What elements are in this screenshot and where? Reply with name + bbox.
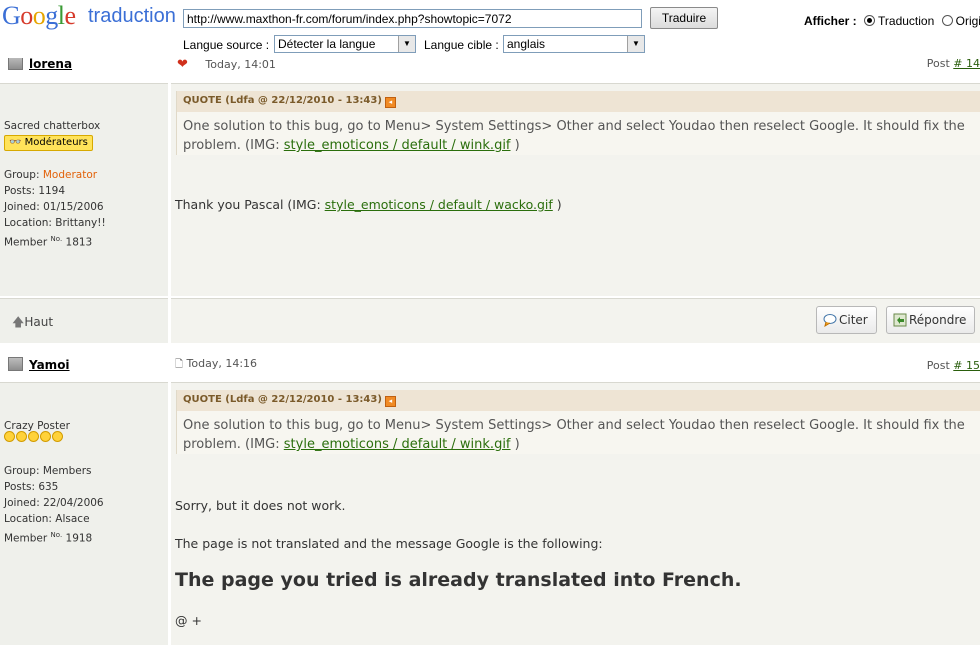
post1-author[interactable]: lorena (29, 57, 72, 71)
translate-button[interactable]: Traduire (650, 7, 718, 29)
post1-header-right: ❤ Today, 14:01 Post # 14 (171, 55, 980, 84)
arrow-up-icon: 🡅 (12, 315, 25, 329)
post2-line1: Sorry, but it does not work. (175, 498, 346, 513)
post2-header-right: 🗋 Today, 14:16 Post # 15 (171, 346, 980, 383)
quote-button-label: Citer (839, 313, 868, 327)
user-icon (8, 357, 23, 371)
radio-translation[interactable] (864, 15, 876, 26)
quote-text: One solution to this bug, go to Menu> Sy… (177, 411, 980, 459)
dropdown-arrow-icon: ▼ (627, 36, 644, 52)
post2-profile-info: Crazy Poster Group: Members Posts: 635 J… (4, 418, 104, 547)
quote-bubble-icon (823, 310, 837, 328)
reply-icon (893, 310, 907, 327)
back-to-top[interactable]: 🡅Haut (12, 313, 53, 334)
joined-date: Joined: 01/15/2006 (4, 201, 104, 213)
member-num: 1918 (65, 532, 93, 545)
post-page-icon: 🗋 (175, 359, 184, 370)
reply-button[interactable]: Répondre (886, 306, 976, 334)
quote-link-icon[interactable]: ◂ (384, 396, 396, 407)
member-number: Member No. 1813 (4, 231, 106, 251)
quote-close: ) (514, 437, 520, 452)
rank-stars (4, 431, 104, 447)
post1-header-left: lorena (0, 55, 168, 84)
reply-button-label: Répondre (909, 313, 967, 327)
quote-text: One solution to this bug, go to Menu> Sy… (177, 112, 980, 160)
url-input[interactable] (183, 9, 642, 28)
quote-close: ) (514, 138, 520, 153)
post2-number-link[interactable]: # 15 (953, 359, 980, 372)
quote-header: QUOTE (Ldfa @ 22/12/2010 - 13:43) ◂ (177, 390, 980, 411)
location: Location: Brittany!! (4, 217, 106, 229)
radio-original-label[interactable]: Origi (956, 14, 980, 28)
post2-body: QUOTE (Ldfa @ 22/12/2010 - 13:43) ◂ One s… (171, 383, 980, 645)
member-label: Member (4, 236, 48, 249)
posts-count: Posts: 635 (4, 481, 59, 493)
message-text: Thank you Pascal (IMG: (175, 197, 321, 212)
actions-left: 🡅Haut (0, 298, 168, 343)
post2-line2: The page is not translated and the messa… (175, 536, 603, 551)
post1-message: Thank you Pascal (IMG: style_emoticons /… (175, 197, 562, 212)
source-language-value: Détecter la langue (278, 37, 376, 51)
quote-button[interactable]: Citer (816, 306, 877, 334)
quote-header: QUOTE (Ldfa @ 22/12/2010 - 13:43) ◂ (177, 91, 980, 112)
quote-emoticon-link[interactable]: style_emoticons / default / wink.gif (284, 138, 511, 153)
target-language-select[interactable]: anglais ▼ (503, 35, 645, 53)
group-label: Group: (4, 169, 40, 181)
joined-date: Joined: 22/04/2006 (4, 497, 104, 509)
message-emoticon-link[interactable]: style_emoticons / default / wacko.gif (325, 197, 553, 212)
post-label: Post (926, 359, 950, 372)
user-icon (8, 56, 23, 70)
dropdown-arrow-icon: ▼ (398, 36, 415, 52)
location: Location: Alsace (4, 513, 90, 525)
binoculars-icon: 👓 (9, 137, 22, 148)
message-close: ) (556, 197, 562, 212)
post2-footer: @ + (175, 613, 202, 628)
post2-date: Today, 14:16 (186, 357, 258, 370)
member-no-label: No. (50, 531, 63, 539)
member-no-label: No. (50, 235, 63, 243)
actions-right: Citer Répondre (171, 298, 980, 343)
target-language-value: anglais (507, 37, 546, 51)
member-title: Sacred chatterbox (4, 120, 101, 132)
group-value: Moderator (42, 169, 98, 181)
member-label: Member (4, 532, 48, 545)
post2-profile: Crazy Poster Group: Members Posts: 635 J… (0, 383, 168, 645)
target-language-label: Langue cible : (424, 38, 499, 52)
heart-icon: ❤ (177, 57, 188, 72)
group-value: Group: Members (4, 465, 92, 477)
source-language-select[interactable]: Détecter la langue ▼ (274, 35, 416, 53)
logo-traduction: traduction (88, 5, 176, 27)
post1-number-link[interactable]: # 14 (953, 57, 980, 70)
post-label: Post (926, 57, 950, 70)
member-number: Member No. 1918 (4, 527, 104, 547)
member-num: 1813 (65, 236, 93, 249)
quote-emoticon-link[interactable]: style_emoticons / default / wink.gif (284, 437, 511, 452)
quote-block: QUOTE (Ldfa @ 22/12/2010 - 13:43) ◂ One s… (176, 390, 980, 454)
post2-header-left: Yamoi (0, 346, 168, 383)
google-logo[interactable]: Google (2, 1, 76, 31)
display-label: Afficher : (804, 14, 857, 28)
post1-body: QUOTE (Ldfa @ 22/12/2010 - 13:43) ◂ One s… (171, 84, 980, 296)
post1-date: Today, 14:01 (205, 58, 276, 71)
quote-block: QUOTE (Ldfa @ 22/12/2010 - 13:43) ◂ One s… (176, 91, 980, 155)
display-options: Afficher : Traduction Origi (804, 14, 980, 28)
post2-number: Post # 15 (927, 359, 980, 372)
post1-number: Post # 14 (927, 57, 980, 70)
radio-translation-label[interactable]: Traduction (878, 14, 934, 28)
translate-toolbar: Google traduction Traduire Langue source… (0, 0, 980, 58)
post2-big-message: The page you tried is already translated… (175, 569, 742, 591)
quote-link-icon[interactable]: ◂ (384, 97, 396, 108)
radio-original[interactable] (941, 15, 953, 26)
post1-profile-info: Sacred chatterbox 👓 Modérateurs Group: M… (4, 118, 106, 251)
quote-header-text: QUOTE (Ldfa @ 22/12/2010 - 13:43) (183, 394, 382, 405)
top-label: Haut (24, 315, 54, 329)
badge-label: Modérateurs (24, 137, 88, 148)
posts-count: Posts: 1194 (4, 185, 66, 197)
post2-author[interactable]: Yamoi (29, 358, 70, 372)
source-language-label: Langue source : (183, 38, 270, 52)
post1-profile: Sacred chatterbox 👓 Modérateurs Group: M… (0, 84, 168, 296)
moderators-badge: 👓 Modérateurs (4, 135, 93, 151)
quote-header-text: QUOTE (Ldfa @ 22/12/2010 - 13:43) (183, 95, 382, 106)
